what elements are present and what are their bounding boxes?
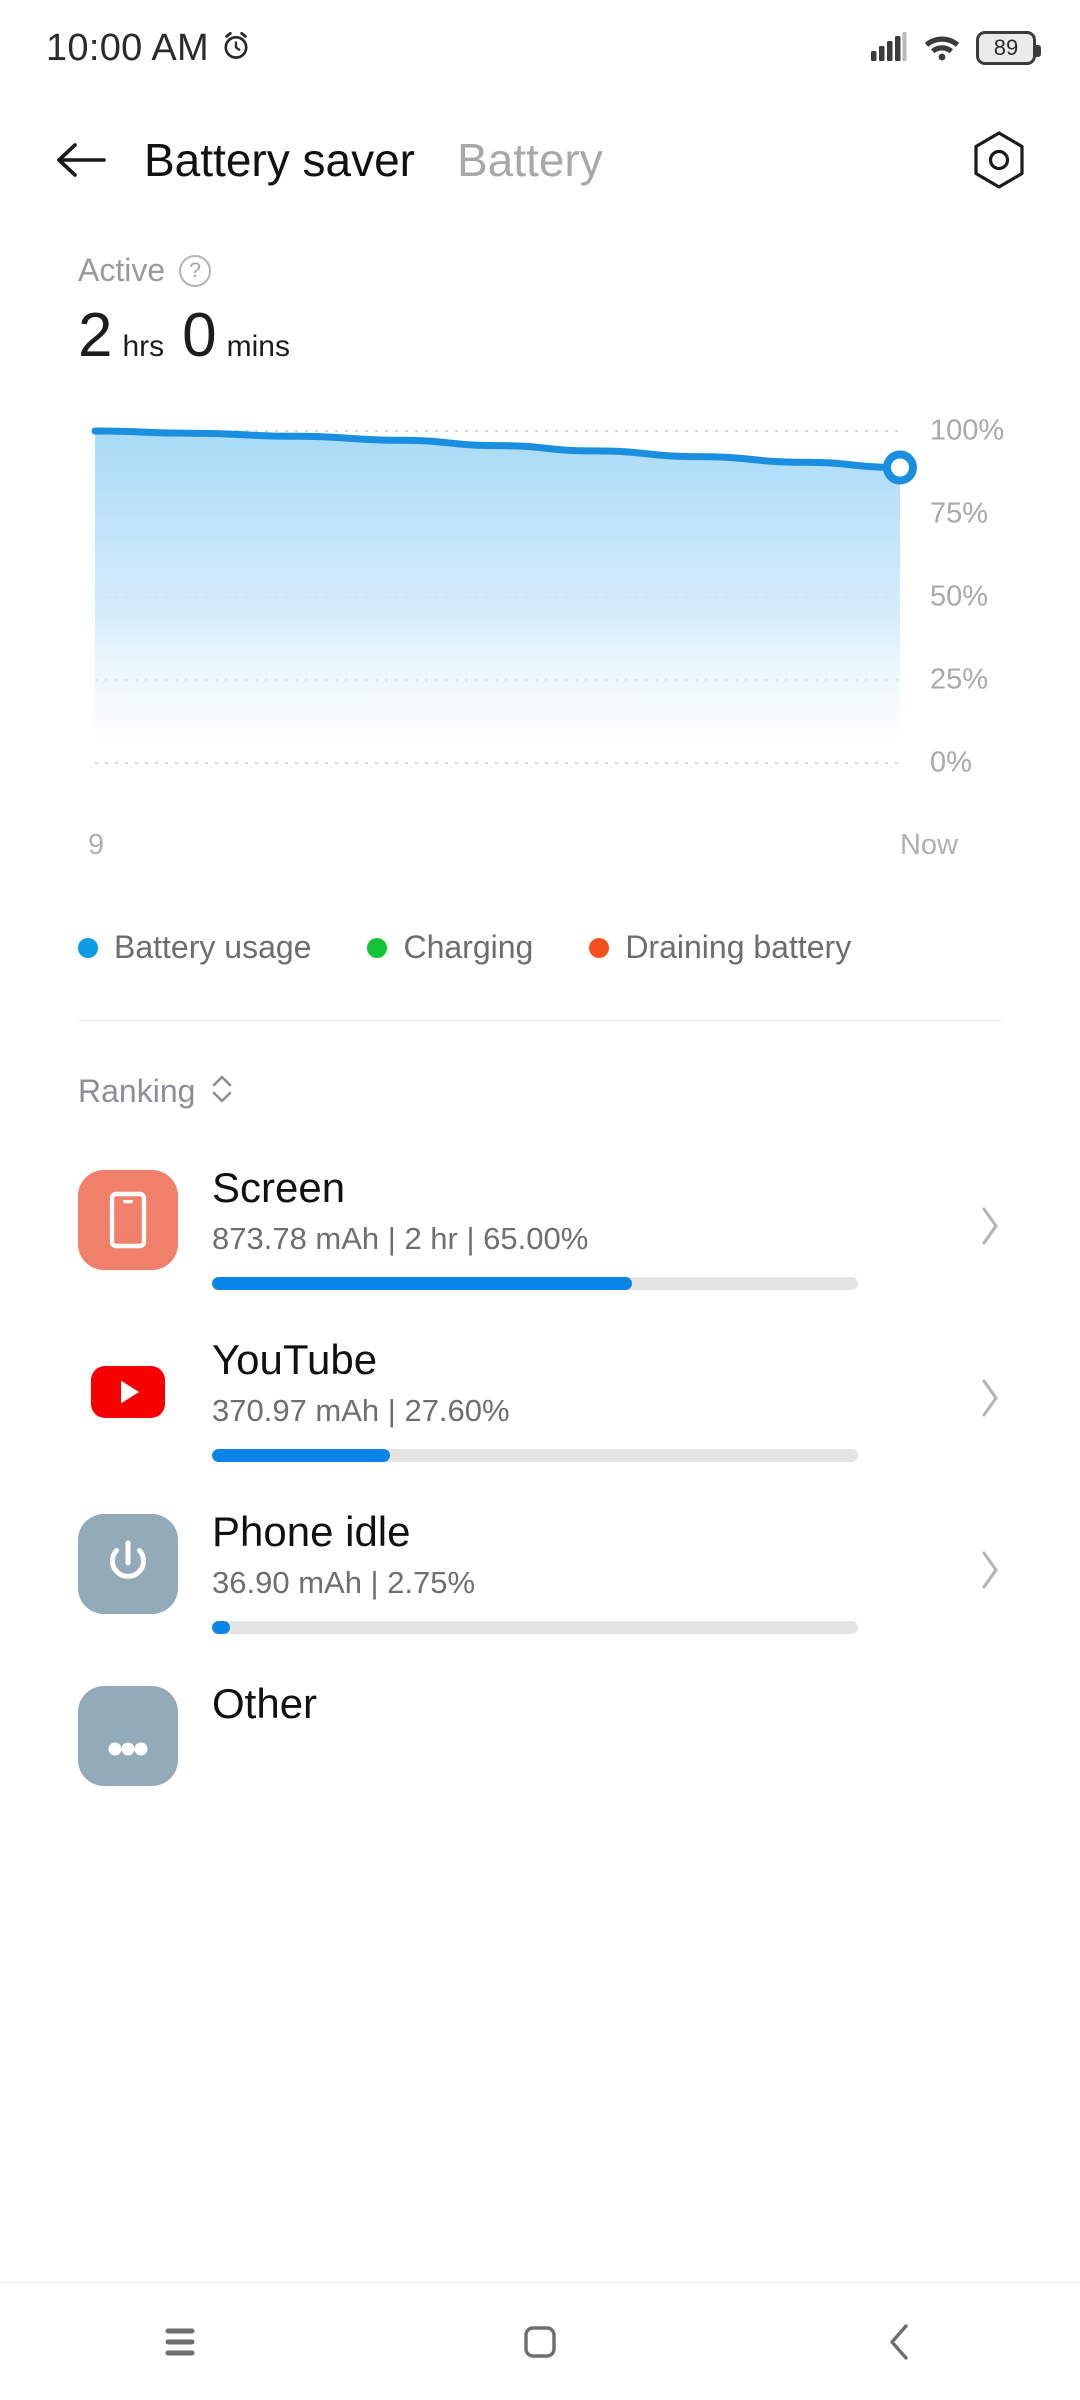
status-bar-left: 10:00 AM (46, 27, 253, 70)
tab-battery[interactable]: Battery (457, 133, 603, 187)
battery-status-icon: 89 (976, 31, 1041, 65)
app-usage-progress-track (212, 1277, 858, 1291)
ranking-sort-control[interactable]: Ranking (0, 1021, 1080, 1112)
legend-label: Battery usage (114, 929, 312, 965)
y-axis-tick-label: 25% (930, 663, 989, 696)
status-bar-clock: 10:00 AM (46, 26, 209, 69)
page-title: Battery saver (144, 134, 415, 186)
y-axis-tick-label: 75% (930, 497, 989, 530)
ranking-label: Ranking (78, 1073, 196, 1109)
app-usage-progress-fill (212, 1277, 632, 1291)
app-name-label: Other (212, 1680, 318, 1728)
app-usage-progress-track (212, 1449, 858, 1463)
status-bar: 10:00 AM 89 (0, 0, 1080, 96)
app-name-label: Phone idle (212, 1508, 411, 1556)
chevron-right-icon[interactable] (970, 1375, 1010, 1421)
active-status-label: Active (78, 252, 166, 288)
duration-minutes-unit: mins (226, 330, 290, 363)
youtube-icon (78, 1342, 178, 1443)
legend-item: Battery usage (78, 929, 311, 966)
question-mark-icon[interactable]: ? (179, 254, 212, 287)
battery-saver-screen: 10:00 AM 89 Battery saver Battery Active… (0, 0, 1080, 2400)
app-usage-detail: 36.90 mAh | 2.75% (212, 1565, 476, 1601)
x-axis-label-end: Now (899, 829, 958, 861)
power-icon (78, 1514, 178, 1615)
app-usage-progress-fill (212, 1621, 230, 1635)
other-dots-icon (78, 1686, 178, 1787)
app-usage-row[interactable]: Other (0, 1656, 1080, 1822)
y-axis-tick-label: 100% (930, 414, 1005, 447)
app-usage-detail: 873.78 mAh | 2 hr | 65.00% (212, 1221, 589, 1257)
app-name-label: YouTube (212, 1336, 378, 1384)
app-usage-detail: 370.97 mAh | 27.60% (212, 1393, 510, 1429)
chevron-right-icon[interactable] (970, 1203, 1010, 1249)
battery-percent-label: 89 (993, 35, 1019, 60)
screen-icon (78, 1170, 178, 1270)
chart-canvas (91, 427, 917, 764)
y-axis-tick-label: 50% (930, 580, 989, 613)
app-usage-list: Screen 873.78 mAh | 2 hr | 65.00% YouTube 3… (0, 1140, 1080, 2282)
x-axis-label-start: 9 (88, 829, 105, 861)
app-row-body: Phone idle 36.90 mAh | 2.75% (212, 1506, 952, 1635)
legend-color-dot (78, 937, 98, 958)
sort-updown-icon[interactable] (209, 1071, 235, 1112)
app-header: Battery saver Battery (0, 96, 1080, 224)
legend-label: Charging (403, 929, 534, 965)
chart-x-axis-labels: 9 Now (0, 821, 1080, 873)
duration-hours-value: 2 (78, 301, 113, 370)
legend-label: Draining battery (625, 929, 852, 965)
legend-item: Charging (367, 929, 533, 966)
app-usage-progress-fill (212, 1449, 391, 1463)
home-square-icon[interactable] (480, 2297, 600, 2387)
app-usage-progress-track (212, 1621, 858, 1635)
legend-item: Draining battery (589, 929, 851, 966)
wifi-icon (922, 30, 962, 67)
signal-bars-icon (870, 30, 908, 67)
legend-color-dot (589, 937, 610, 958)
back-button[interactable] (46, 125, 116, 195)
nav-back-chevron-icon[interactable] (840, 2297, 960, 2387)
app-row-body: Screen 873.78 mAh | 2 hr | 65.00% (212, 1162, 952, 1291)
system-navigation-bar (0, 2282, 1080, 2400)
y-axis-tick-label: 0% (930, 746, 972, 779)
menu-icon[interactable] (120, 2297, 240, 2387)
active-summary: Active ? 2 hrs 0 mins (0, 224, 1080, 367)
app-name-label: Screen (212, 1164, 346, 1211)
app-usage-row[interactable]: Phone idle 36.90 mAh | 2.75% (0, 1484, 1080, 1656)
chart-legend: Battery usage Charging Draining battery (0, 873, 1080, 966)
alarm-icon (219, 29, 253, 68)
settings-button[interactable] (964, 125, 1034, 195)
app-row-body: Other (212, 1678, 952, 1727)
app-row-body: YouTube 370.97 mAh | 27.60% (212, 1334, 952, 1463)
battery-usage-chart[interactable]: 100% 75% 50% 25% 0% (0, 415, 1080, 815)
duration-hours-unit: hrs (122, 330, 165, 363)
app-usage-row[interactable]: YouTube 370.97 mAh | 27.60% (0, 1312, 1080, 1484)
app-usage-row[interactable]: Screen 873.78 mAh | 2 hr | 65.00% (0, 1140, 1080, 1312)
duration-display: 2 hrs 0 mins (78, 305, 1080, 367)
legend-color-dot (367, 937, 388, 958)
chevron-right-icon[interactable] (970, 1547, 1010, 1593)
duration-minutes-value: 0 (182, 301, 217, 370)
status-bar-right: 89 (870, 30, 1041, 67)
active-status-row: Active ? (78, 252, 1080, 289)
chart-area-fill (95, 431, 900, 763)
chart-endpoint-marker (883, 450, 917, 485)
